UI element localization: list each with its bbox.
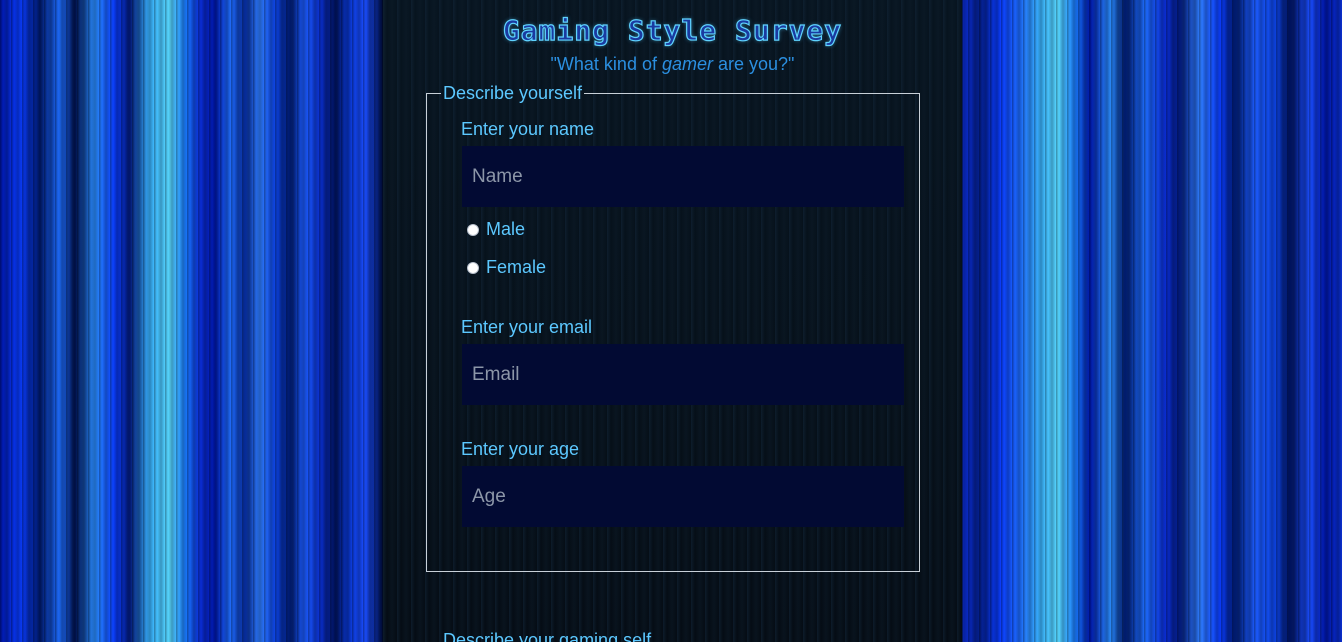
email-input[interactable] [462,344,904,405]
radio-label: Female [486,257,547,277]
subtitle-prefix: "What kind of [550,54,662,74]
page-subtitle: "What kind of gamer are you?" [383,54,962,75]
radio-button[interactable] [467,261,479,274]
gender-option-male[interactable]: Male [467,219,525,240]
age-label: Enter your age [461,439,580,459]
fieldset-legend: Describe yourself [443,83,583,103]
radio-label: Male [486,219,526,239]
next-section-legend: Describe your gaming self [443,630,652,642]
gender-option-female[interactable]: Female [467,257,546,278]
name-input[interactable] [462,146,904,207]
subtitle-emphasis: gamer [661,54,713,74]
name-label: Enter your name [461,119,595,139]
age-input[interactable] [462,466,904,527]
email-label: Enter your email [461,317,593,337]
subtitle-suffix: are you?" [713,54,795,74]
page-title: Gaming Style Survey [502,13,843,47]
radio-button[interactable] [467,223,479,236]
